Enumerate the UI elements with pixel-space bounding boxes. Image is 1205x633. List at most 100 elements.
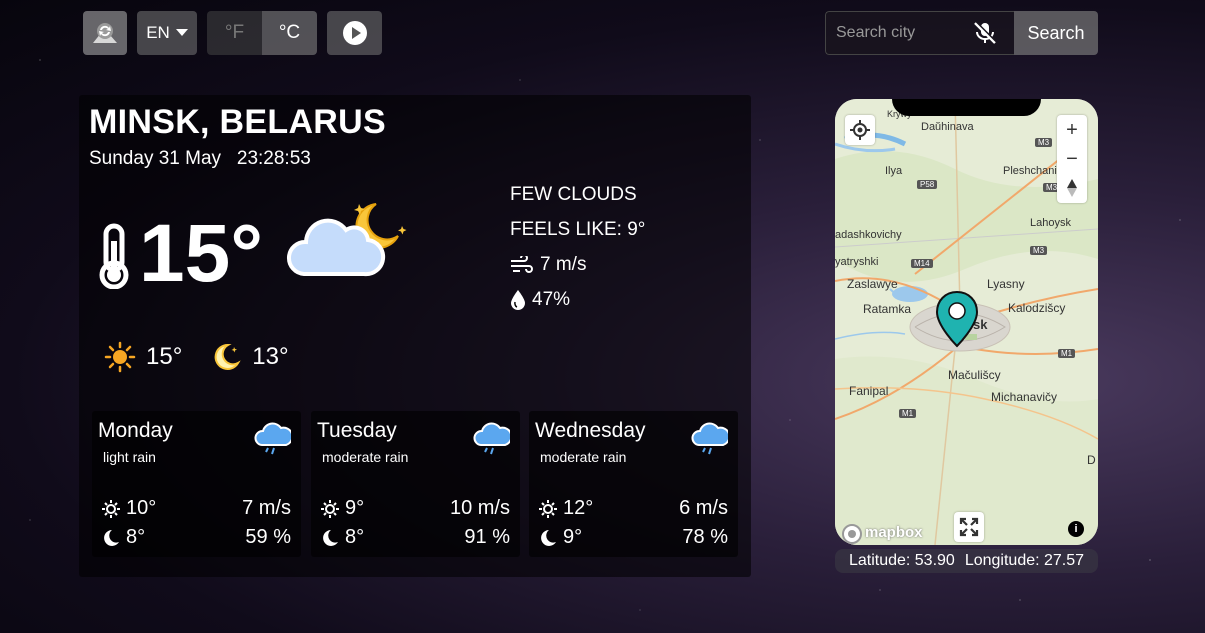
- forecast-day: Wednesday: [535, 419, 646, 442]
- compass-icon[interactable]: [1066, 178, 1078, 198]
- thermometer-icon: [99, 223, 129, 289]
- sun-icon: [321, 499, 339, 518]
- forecast-description: moderate rain: [540, 449, 627, 465]
- map-label: Fanipal: [849, 384, 889, 398]
- mapbox-attribution[interactable]: mapbox: [865, 524, 923, 541]
- attribution-info-button[interactable]: i: [1068, 521, 1084, 537]
- current-weather-card: MINSK, BELARUS Sunday 31 May 23:28:53 15…: [79, 95, 751, 577]
- search-button[interactable]: Search: [1014, 11, 1098, 55]
- forecast-humidity: 78 %: [682, 526, 728, 548]
- forecast-day-row: 10° 7 m/s: [102, 497, 291, 520]
- forecast-wind: 7 m/s: [242, 497, 291, 519]
- rain-cloud-icon: [473, 422, 510, 455]
- moon-icon: [214, 343, 241, 370]
- current-date: Sunday 31 May: [89, 148, 222, 169]
- geolocate-button[interactable]: [845, 115, 875, 145]
- rain-cloud-icon: [254, 422, 291, 455]
- fullscreen-button[interactable]: [954, 512, 984, 542]
- map-label: Ilya: [885, 165, 903, 177]
- weather-details: FEW CLOUDS FEELS LIKE: 9° 7 m/s 47%: [510, 177, 645, 317]
- road-badge: M1: [1058, 349, 1076, 358]
- sun-icon: [539, 499, 557, 518]
- forecast-night-row: 8° 59 %: [102, 526, 291, 549]
- expand-icon: [959, 517, 979, 537]
- caret-down-icon: [175, 29, 188, 36]
- date-time: Sunday 31 May 23:28:53: [89, 148, 311, 170]
- forecast-day-temp: 12°: [563, 497, 594, 519]
- forecast-wind: 10 m/s: [449, 497, 510, 519]
- humidity-row: 47%: [510, 282, 645, 317]
- moon-icon: [323, 529, 338, 546]
- forecast-card: Monday light rain 10° 7 m/s 8° 59 %: [92, 411, 301, 557]
- moon-icon: [104, 529, 119, 546]
- forecast-day-row: 9° 10 m/s: [321, 497, 510, 520]
- wind-icon: [511, 255, 533, 273]
- map-label: Michanavičy: [991, 390, 1058, 404]
- forecast-humidity: 91 %: [464, 526, 510, 548]
- feels-like-text: FEELS LIKE: 9°: [510, 219, 646, 240]
- refresh-image-icon: [93, 23, 117, 43]
- current-temperature: 15°: [139, 208, 264, 299]
- forecast-night-temp: 8°: [345, 526, 365, 548]
- wind-row: 7 m/s: [510, 247, 645, 282]
- road-badge: M14: [911, 259, 933, 268]
- language-label: EN: [146, 23, 170, 42]
- forecast-night-row: 9° 78 %: [539, 526, 728, 549]
- map-label: Mačulišcy: [948, 368, 1001, 382]
- cloud-moon-icon: [287, 203, 407, 277]
- map-label: Kalodzišcy: [1008, 301, 1066, 315]
- sun-icon: [104, 341, 136, 373]
- change-background-button[interactable]: [83, 11, 127, 55]
- humidity-value: 47%: [532, 289, 571, 310]
- celsius-button[interactable]: °C: [262, 11, 317, 55]
- forecast-wind: 6 m/s: [679, 497, 728, 519]
- play-icon: [342, 21, 367, 45]
- road-badge: M1: [899, 409, 917, 418]
- condition-text: FEW CLOUDS: [510, 184, 637, 205]
- map-label: Lyasny: [987, 277, 1025, 291]
- forecast-day-temp: 10°: [126, 497, 157, 519]
- longitude-value: Longitude: 27.57: [964, 552, 1085, 569]
- forecast-day: Monday: [98, 419, 173, 442]
- latitude-value: Latitude: 53.90: [848, 552, 955, 569]
- location-map[interactable]: Krywy Daŭhinava Ilya Pleshchanitsy Lahoy…: [835, 99, 1098, 545]
- map-label: Lahoysk: [1030, 217, 1071, 229]
- location-title: MINSK, BELARUS: [89, 103, 386, 141]
- forecast-card: Tuesday moderate rain 9° 10 m/s 8° 91 %: [311, 411, 520, 557]
- night-temperature: 13°: [252, 343, 289, 370]
- forecast-description: moderate rain: [322, 449, 409, 465]
- map-label: adashkovichy: [835, 229, 902, 241]
- language-select[interactable]: EN: [137, 11, 197, 55]
- current-time: 23:28:53: [236, 148, 311, 169]
- phone-notch: [892, 99, 1041, 116]
- crosshair-icon: [850, 120, 870, 140]
- rain-cloud-icon: [691, 422, 728, 455]
- droplet-icon: [511, 289, 525, 310]
- map-label: Zaslawye: [847, 277, 898, 291]
- road-badge: M3: [1030, 246, 1048, 255]
- zoom-out-button[interactable]: −: [1066, 149, 1078, 169]
- forecast-day: Tuesday: [317, 419, 397, 442]
- map-label: Daŭhinava: [921, 121, 974, 133]
- moon-icon: [541, 529, 556, 546]
- sun-icon: [102, 499, 120, 518]
- voice-forecast-play-button[interactable]: [327, 11, 382, 55]
- map-label: D: [1087, 453, 1096, 467]
- mapbox-logo-icon: [842, 524, 862, 544]
- zoom-in-button[interactable]: +: [1066, 120, 1078, 140]
- forecast-card: Wednesday moderate rain 12° 6 m/s 9° 78 …: [529, 411, 738, 557]
- forecast-description: light rain: [103, 449, 156, 465]
- road-badge: P58: [917, 180, 938, 189]
- day-temperature: 15°: [146, 343, 183, 370]
- location-marker-icon[interactable]: [935, 290, 979, 348]
- wind-speed: 7 m/s: [540, 254, 587, 275]
- temperature-unit-toggle: °F °C: [207, 11, 317, 55]
- forecast-night-temp: 9°: [563, 526, 583, 548]
- day-night-temperature: 15° 13°: [104, 341, 289, 373]
- forecast-day-temp: 9°: [345, 497, 365, 519]
- fahrenheit-button[interactable]: °F: [207, 11, 262, 55]
- road-badge: M3: [1035, 138, 1053, 147]
- forecast-day-row: 12° 6 m/s: [539, 497, 728, 520]
- microphone-muted-icon[interactable]: [972, 20, 998, 45]
- forecast-humidity: 59 %: [245, 526, 291, 548]
